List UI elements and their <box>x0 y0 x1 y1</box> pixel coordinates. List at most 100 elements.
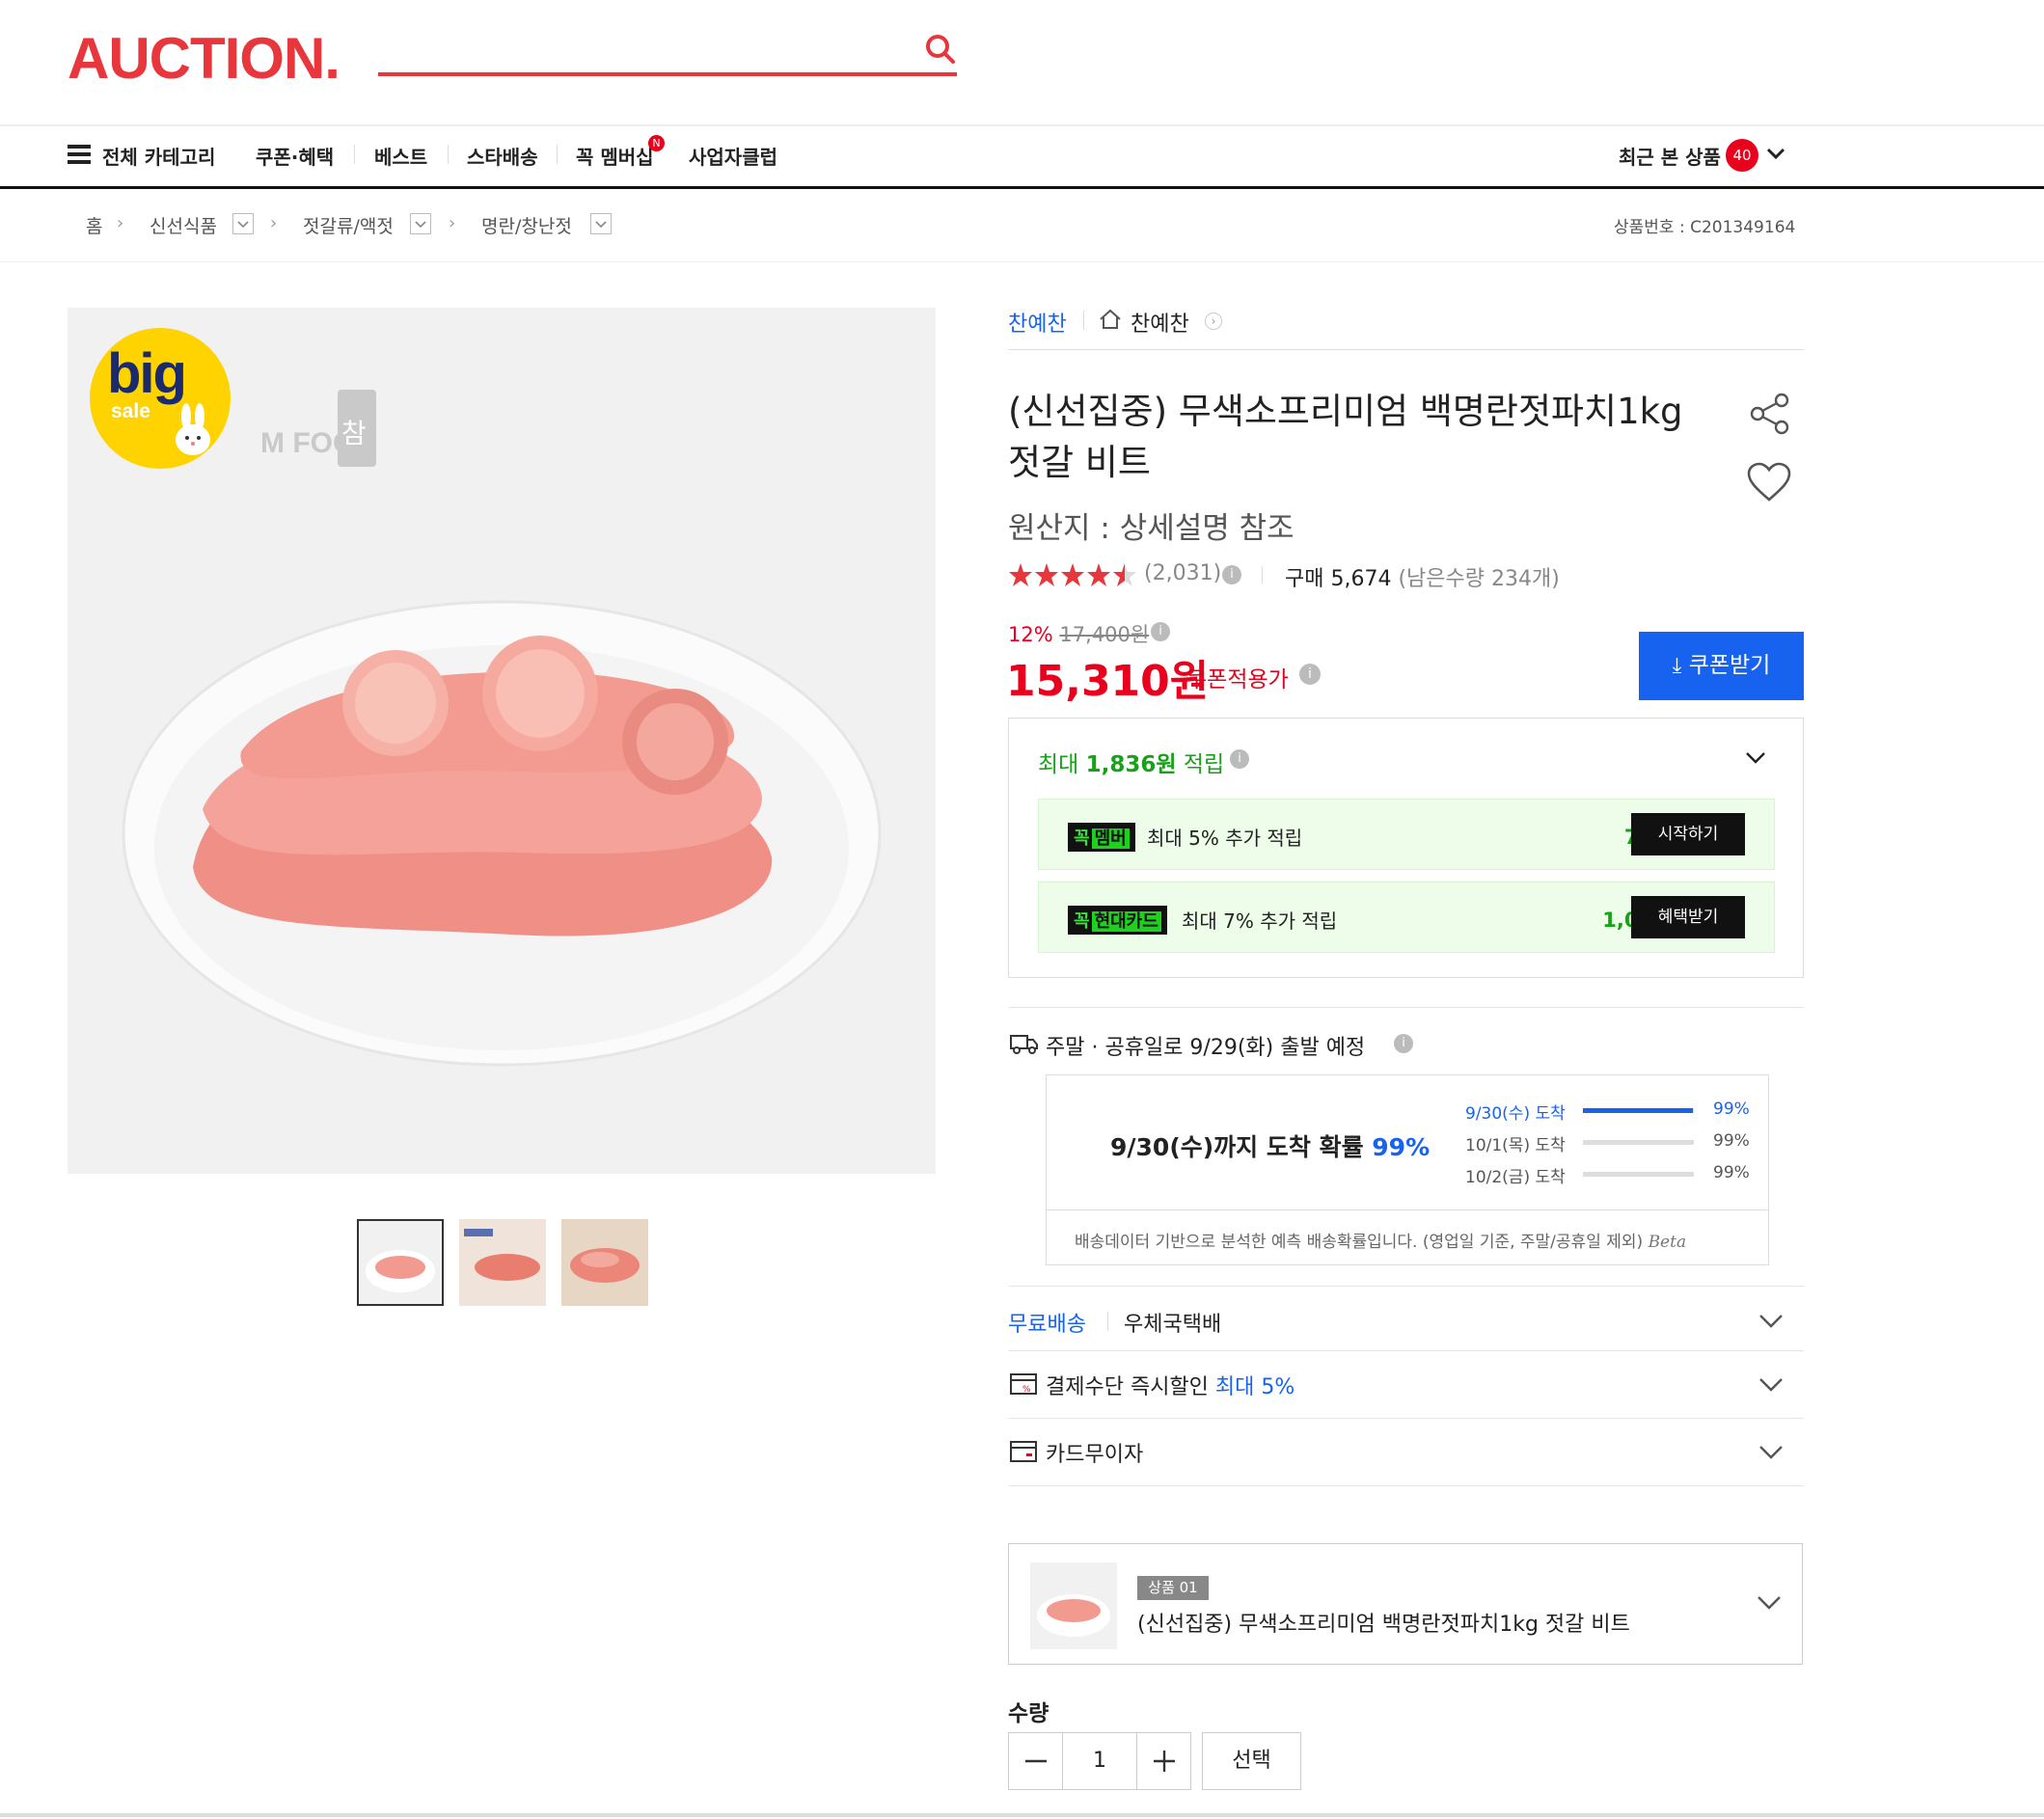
rating-stars <box>1008 561 1138 588</box>
chevron-down-icon[interactable] <box>1745 751 1766 765</box>
product-number: 상품번호 : C201349164 <box>1614 218 1796 237</box>
breadcrumb-arrow-icon: › <box>449 213 456 233</box>
share-icon[interactable] <box>1748 392 1792 436</box>
breadcrumb-divider <box>0 261 2044 262</box>
breadcrumb-jeotgal[interactable]: 젓갈류/액젓 <box>303 212 394 238</box>
recent-products-label[interactable]: 최근 본 상품 <box>1619 142 1721 170</box>
start-membership-button[interactable]: 시작하기 <box>1631 813 1745 855</box>
free-shipping-label: 무료배송 <box>1008 1313 1086 1337</box>
info-icon[interactable]: i <box>1394 1034 1413 1053</box>
nav-coupon-benefit[interactable]: 쿠폰·혜택 <box>256 142 334 170</box>
seller-separator <box>1083 311 1084 330</box>
star-icon <box>1009 563 1032 586</box>
discount-info: 12% 17,400원 <box>1008 623 1150 646</box>
payment-discount-text: 결제수단 즉시할인 최대 5% <box>1046 1375 1295 1399</box>
breadcrumb-myeongran[interactable]: 명란/창난젓 <box>481 212 572 238</box>
breadcrumb-arrow-icon: › <box>270 213 278 233</box>
section-divider <box>1008 1418 1804 1419</box>
shipping-separator <box>1107 1312 1108 1331</box>
arrival-bar-1 <box>1583 1108 1694 1113</box>
info-icon[interactable]: i <box>1222 565 1241 584</box>
card-reward-row: 꼭현대카드 최대 7% 추가 적립 1,071원 혜택받기 <box>1038 882 1775 953</box>
info-icon[interactable]: i <box>1151 622 1170 641</box>
star-icon <box>1035 563 1058 586</box>
coupon-price-label: 쿠폰적용가 <box>1186 667 1289 692</box>
get-benefit-button[interactable]: 혜택받기 <box>1631 896 1745 938</box>
thumbnail-1[interactable] <box>357 1219 444 1306</box>
option-thumbnail <box>1030 1562 1117 1649</box>
member-tag: 꼭 멤버 <box>1068 823 1135 852</box>
breadcrumb-home[interactable]: 홈 <box>86 212 102 238</box>
origin-text: 원산지 : 상세설명 참조 <box>1008 511 1295 546</box>
option-select-box[interactable] <box>1008 1543 1803 1665</box>
shop-name-link[interactable]: 찬예찬 <box>1131 307 1189 338</box>
chevron-down-icon[interactable] <box>1766 147 1785 160</box>
star-icon <box>1087 563 1110 586</box>
option-product-name: (신선집중) 무색소프리미엄 백명란젓파치1kg 젓갈 비트 <box>1137 1613 1630 1637</box>
chevron-down-icon[interactable] <box>1758 1314 1784 1329</box>
badge-big-text: big <box>107 342 187 405</box>
payment-discount-icon: % <box>1010 1372 1037 1396</box>
seller-divider <box>1008 349 1804 350</box>
brand-link[interactable]: 찬예찬 <box>1008 307 1067 338</box>
thumbnail-2[interactable] <box>459 1219 546 1306</box>
arrival-pct-2: 99% <box>1713 1131 1750 1151</box>
search-icon[interactable] <box>924 33 957 66</box>
badge-sale-text: sale <box>111 400 150 422</box>
info-icon[interactable]: i <box>1230 749 1249 769</box>
quantity-input[interactable]: 1 <box>1063 1733 1136 1789</box>
nav-all-categories[interactable]: 전체 카테고리 <box>102 142 215 170</box>
nav-separator <box>354 145 355 164</box>
sale-price: 15,310원 <box>1006 657 1210 706</box>
minus-button[interactable] <box>1009 1733 1063 1789</box>
nav-separator <box>557 145 558 164</box>
dispatch-text: 주말 · 공휴일로 9/29(화) 출발 예정 <box>1046 1036 1366 1060</box>
chevron-down-icon[interactable] <box>1758 1445 1784 1460</box>
delivery-note: 배송데이터 기반으로 분석한 예측 배송확률입니다. (영업일 기준, 주말/공… <box>1075 1233 1687 1252</box>
arrival-date-2: 10/1(목) 도착 <box>1465 1136 1566 1155</box>
star-icon <box>1113 563 1136 586</box>
arrival-bar-2 <box>1583 1140 1694 1145</box>
section-divider <box>1008 1286 1804 1287</box>
nav-star-delivery[interactable]: 스타배송 <box>467 142 538 170</box>
review-count[interactable]: (2,031) <box>1144 561 1221 585</box>
thumbnail-3[interactable] <box>561 1219 648 1306</box>
delivery-divider <box>1046 1209 1769 1210</box>
member-reward-text: 최대 5% 추가 적립 <box>1147 827 1303 850</box>
chevron-down-icon[interactable] <box>1758 1377 1784 1393</box>
section-divider <box>1008 1350 1804 1351</box>
svg-text:%: % <box>1022 1385 1031 1395</box>
select-button[interactable]: 선택 <box>1202 1732 1301 1790</box>
hamburger-icon[interactable] <box>68 145 91 164</box>
nav-business-club[interactable]: 사업자클럽 <box>689 142 777 170</box>
hyundai-card-tag: 꼭 현대카드 <box>1068 906 1167 935</box>
rabbit-icon <box>169 403 217 461</box>
rating-separator <box>1262 566 1263 584</box>
breadcrumb-dropdown[interactable] <box>410 213 431 234</box>
breadcrumb-dropdown[interactable] <box>232 213 254 234</box>
shop-home-icon <box>1099 309 1122 330</box>
quantity-stepper: 1 <box>1008 1732 1191 1790</box>
arrival-probability-text: 9/30(수)까지 도착 확률 99% <box>1110 1133 1431 1161</box>
svg-text:참: 참 <box>341 418 367 449</box>
coupon-download-button[interactable]: ⤓ 쿠폰받기 <box>1639 632 1804 700</box>
truck-icon <box>1010 1032 1039 1055</box>
heart-icon[interactable] <box>1746 461 1792 503</box>
search-input[interactable] <box>378 72 957 76</box>
breadcrumb-fresh-food[interactable]: 신선식품 <box>150 212 217 238</box>
option-badge: 상품 01 <box>1137 1576 1209 1600</box>
nav-membership[interactable]: 꼭 멤버십 <box>576 142 654 170</box>
star-icon <box>1061 563 1084 586</box>
nav-best[interactable]: 베스트 <box>374 142 427 170</box>
recent-count-badge: 40 <box>1726 139 1758 172</box>
section-divider <box>1008 1485 1804 1486</box>
plus-button[interactable] <box>1136 1733 1190 1789</box>
arrival-date-1: 9/30(수) 도착 <box>1465 1104 1566 1124</box>
chevron-right-icon[interactable]: › <box>1205 312 1222 330</box>
breadcrumb-dropdown[interactable] <box>590 213 612 234</box>
info-icon[interactable]: i <box>1299 664 1321 685</box>
purchase-count: 구매 5,674 (남은수량 234개) <box>1285 567 1560 591</box>
chevron-down-icon[interactable] <box>1757 1595 1782 1611</box>
card-interest-free-label: 카드무이자 <box>1046 1443 1144 1467</box>
auction-logo[interactable]: AUCTION. <box>68 25 341 92</box>
